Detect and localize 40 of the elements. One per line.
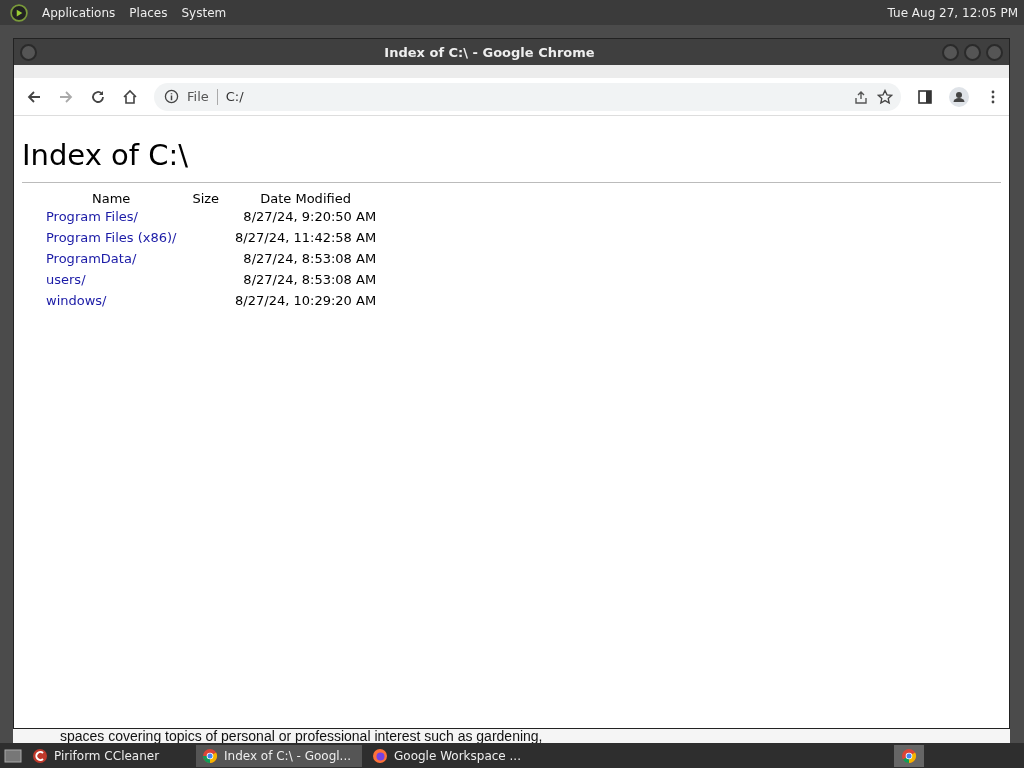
panel-menu[interactable]: Places bbox=[129, 5, 168, 20]
panel-menu[interactable]: System bbox=[181, 5, 227, 20]
window-title: Index of C:\ - Google Chrome bbox=[383, 44, 596, 60]
date-cell: 8/27/24, 11:42:58 AM bbox=[235, 230, 377, 245]
side-panel-icon[interactable] bbox=[917, 88, 933, 105]
date-cell: 8/27/24, 9:20:50 AM bbox=[243, 209, 377, 224]
column-header[interactable]: Name bbox=[92, 191, 131, 206]
taskbar-button[interactable]: Google Workspace ... bbox=[366, 744, 532, 767]
reload-icon[interactable] bbox=[90, 88, 106, 105]
chrome-icon bbox=[901, 747, 917, 764]
column-header[interactable]: Date Modified bbox=[260, 191, 351, 206]
page-heading: Index of C:\ bbox=[22, 138, 189, 172]
chrome-icon bbox=[202, 747, 218, 764]
column-header[interactable]: Size bbox=[192, 191, 220, 206]
ccleaner-icon bbox=[32, 747, 48, 764]
address-bar[interactable]: File C:/ bbox=[154, 82, 901, 111]
tray-button[interactable] bbox=[894, 744, 924, 767]
profile-icon[interactable] bbox=[949, 86, 969, 107]
scheme-label: File bbox=[187, 89, 209, 104]
folder-link[interactable]: Program Files/ bbox=[46, 209, 138, 224]
date-cell: 8/27/24, 8:53:08 AM bbox=[243, 272, 377, 287]
url-text: C:/ bbox=[225, 89, 244, 104]
folder-link[interactable]: ProgramData/ bbox=[46, 251, 137, 266]
star-icon[interactable] bbox=[877, 88, 893, 105]
info-icon[interactable] bbox=[164, 89, 179, 104]
taskbar-button[interactable]: Piriform CCleaner bbox=[26, 744, 192, 767]
date-cell: 8/27/24, 8:53:08 AM bbox=[243, 251, 377, 266]
home-icon[interactable] bbox=[122, 88, 138, 105]
logo-icon[interactable] bbox=[10, 3, 28, 22]
date-cell: 8/27/24, 10:29:20 AM bbox=[235, 293, 377, 308]
folder-link[interactable]: users/ bbox=[46, 272, 86, 287]
show-desktop-icon[interactable] bbox=[4, 747, 22, 764]
taskbar-button[interactable]: Index of C:\ - Googl... bbox=[196, 744, 362, 767]
background-text: spaces covering topics of personal or professional interest such as gardening, bbox=[13, 729, 1010, 743]
panel-menu[interactable]: Applications bbox=[42, 5, 116, 20]
folder-link[interactable]: Program Files (x86)/ bbox=[46, 230, 177, 245]
firefox-icon bbox=[372, 747, 388, 764]
clock[interactable]: Tue Aug 27, 12:05 PM bbox=[887, 5, 1018, 20]
back-icon[interactable] bbox=[26, 88, 42, 105]
folder-link[interactable]: windows/ bbox=[46, 293, 107, 308]
